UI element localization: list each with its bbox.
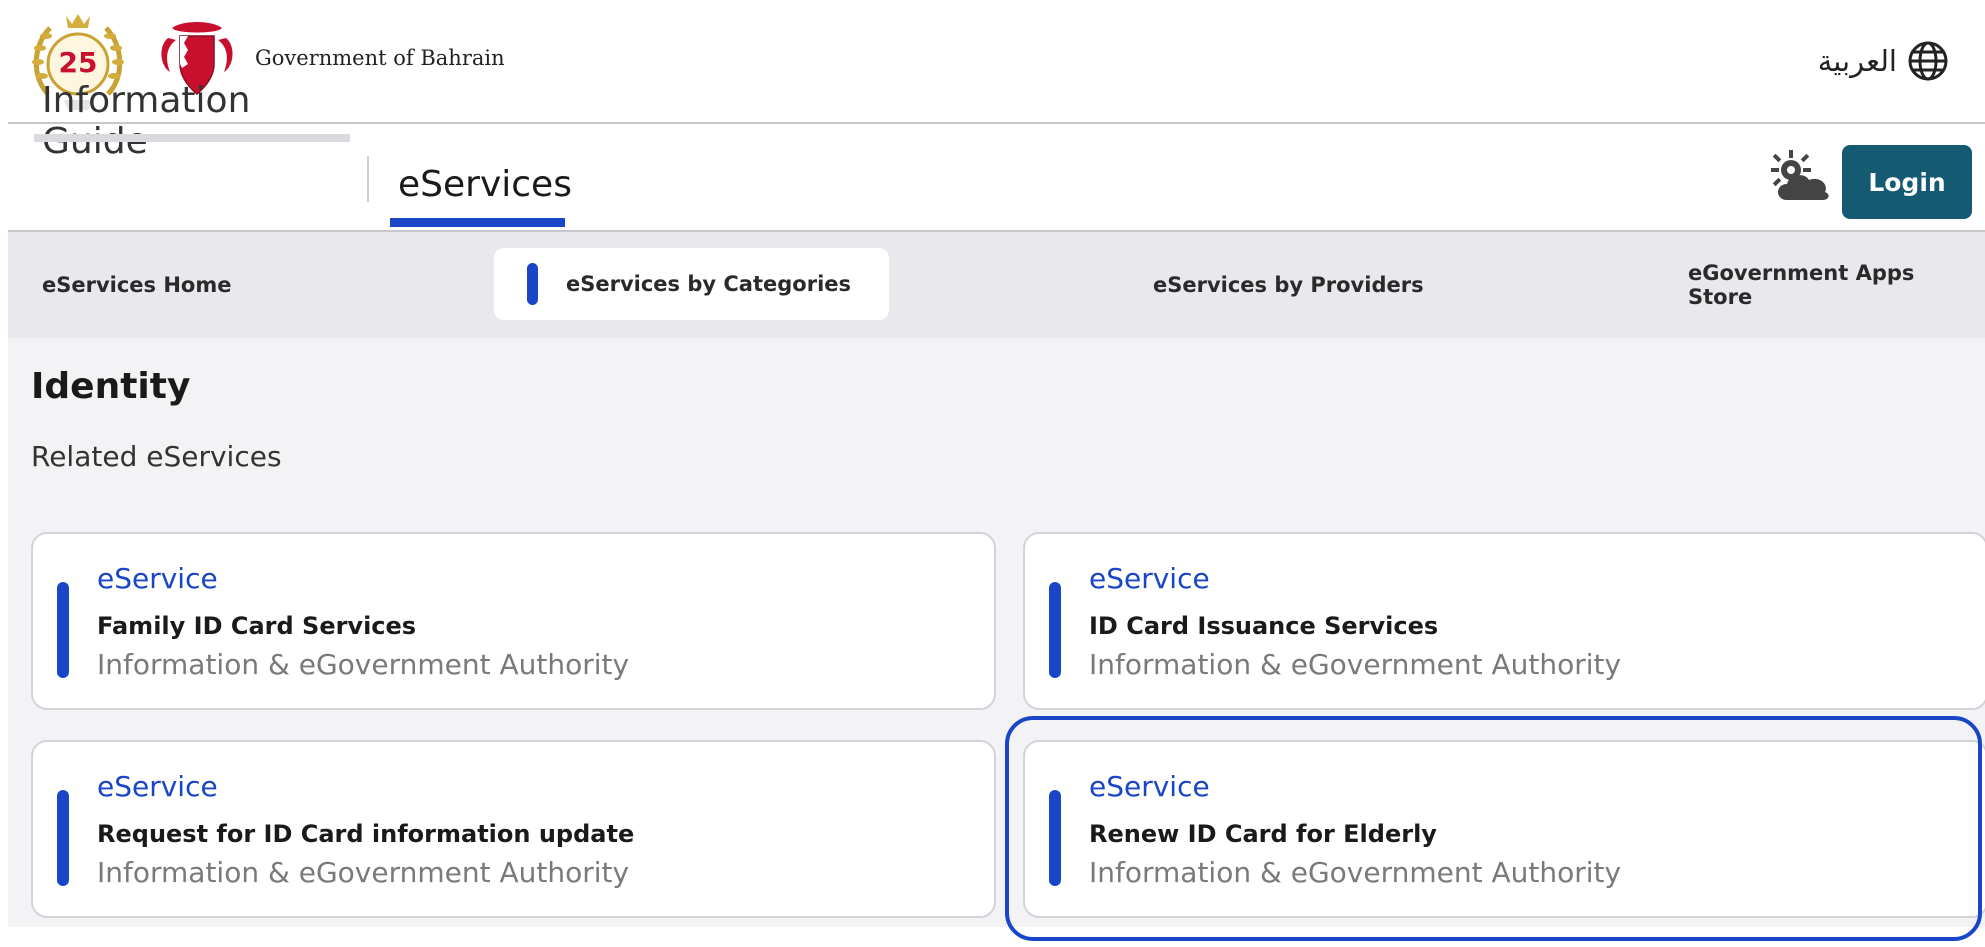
- page-title: Identity: [31, 366, 191, 407]
- tab-eservices[interactable]: eServices: [390, 164, 572, 228]
- sub-nav: eServices Home eServices by Categories e…: [8, 232, 1985, 338]
- subnav-item-eservices-by-providers[interactable]: eServices by Providers: [1153, 232, 1424, 338]
- subnav-item-egovernment-apps-store[interactable]: eGovernment Apps Store: [1688, 232, 1985, 338]
- tab-information-guide[interactable]: Information Guide: [34, 40, 350, 162]
- tab-underline: [34, 134, 350, 142]
- card-provider: Information & eGovernment Authority: [97, 856, 630, 889]
- card-provider: Information & eGovernment Authority: [1089, 648, 1622, 681]
- eservice-card-renew-id-card-for-elderly[interactable]: eService Renew ID Card for Elderly Infor…: [1023, 740, 1985, 918]
- subnav-item-eservices-home[interactable]: eServices Home: [42, 232, 231, 338]
- card-provider: Information & eGovernment Authority: [1089, 856, 1622, 889]
- page-subtitle: Related eServices: [31, 440, 282, 473]
- tab-active-underline: [390, 218, 565, 227]
- tab-label: Information Guide: [42, 80, 251, 162]
- eservice-card-id-card-issuance-services[interactable]: eService ID Card Issuance Services Infor…: [1023, 532, 1985, 710]
- language-switcher[interactable]: العربية: [1818, 40, 1949, 82]
- card-kind: eService: [1089, 562, 1210, 595]
- eservice-card-family-id-card-services[interactable]: eService Family ID Card Services Informa…: [31, 532, 996, 710]
- active-indicator: [527, 263, 538, 305]
- card-kind: eService: [97, 770, 218, 803]
- card-title: Family ID Card Services: [97, 612, 417, 640]
- card-provider: Information & eGovernment Authority: [97, 648, 630, 681]
- login-button[interactable]: Login: [1842, 145, 1972, 219]
- card-title: ID Card Issuance Services: [1089, 612, 1439, 640]
- card-indicator: [57, 790, 69, 886]
- card-title: Renew ID Card for Elderly: [1089, 820, 1437, 848]
- card-indicator: [57, 582, 69, 678]
- card-indicator: [1049, 582, 1061, 678]
- content-area: Identity Related eServices eService Fami…: [8, 338, 1985, 927]
- card-kind: eService: [1089, 770, 1210, 803]
- tab-label: eServices: [398, 164, 572, 205]
- eservice-card-request-id-card-info-update[interactable]: eService Request for ID Card information…: [31, 740, 996, 918]
- language-label: العربية: [1817, 44, 1897, 78]
- card-title: Request for ID Card information update: [97, 820, 635, 848]
- card-kind: eService: [97, 562, 218, 595]
- weather-icon[interactable]: [1767, 148, 1833, 202]
- tab-divider: [367, 156, 369, 202]
- globe-icon: [1908, 41, 1948, 81]
- subnav-item-label: eServices by Categories: [566, 272, 852, 296]
- subnav-item-eservices-by-categories[interactable]: eServices by Categories: [494, 248, 889, 320]
- card-indicator: [1049, 790, 1061, 886]
